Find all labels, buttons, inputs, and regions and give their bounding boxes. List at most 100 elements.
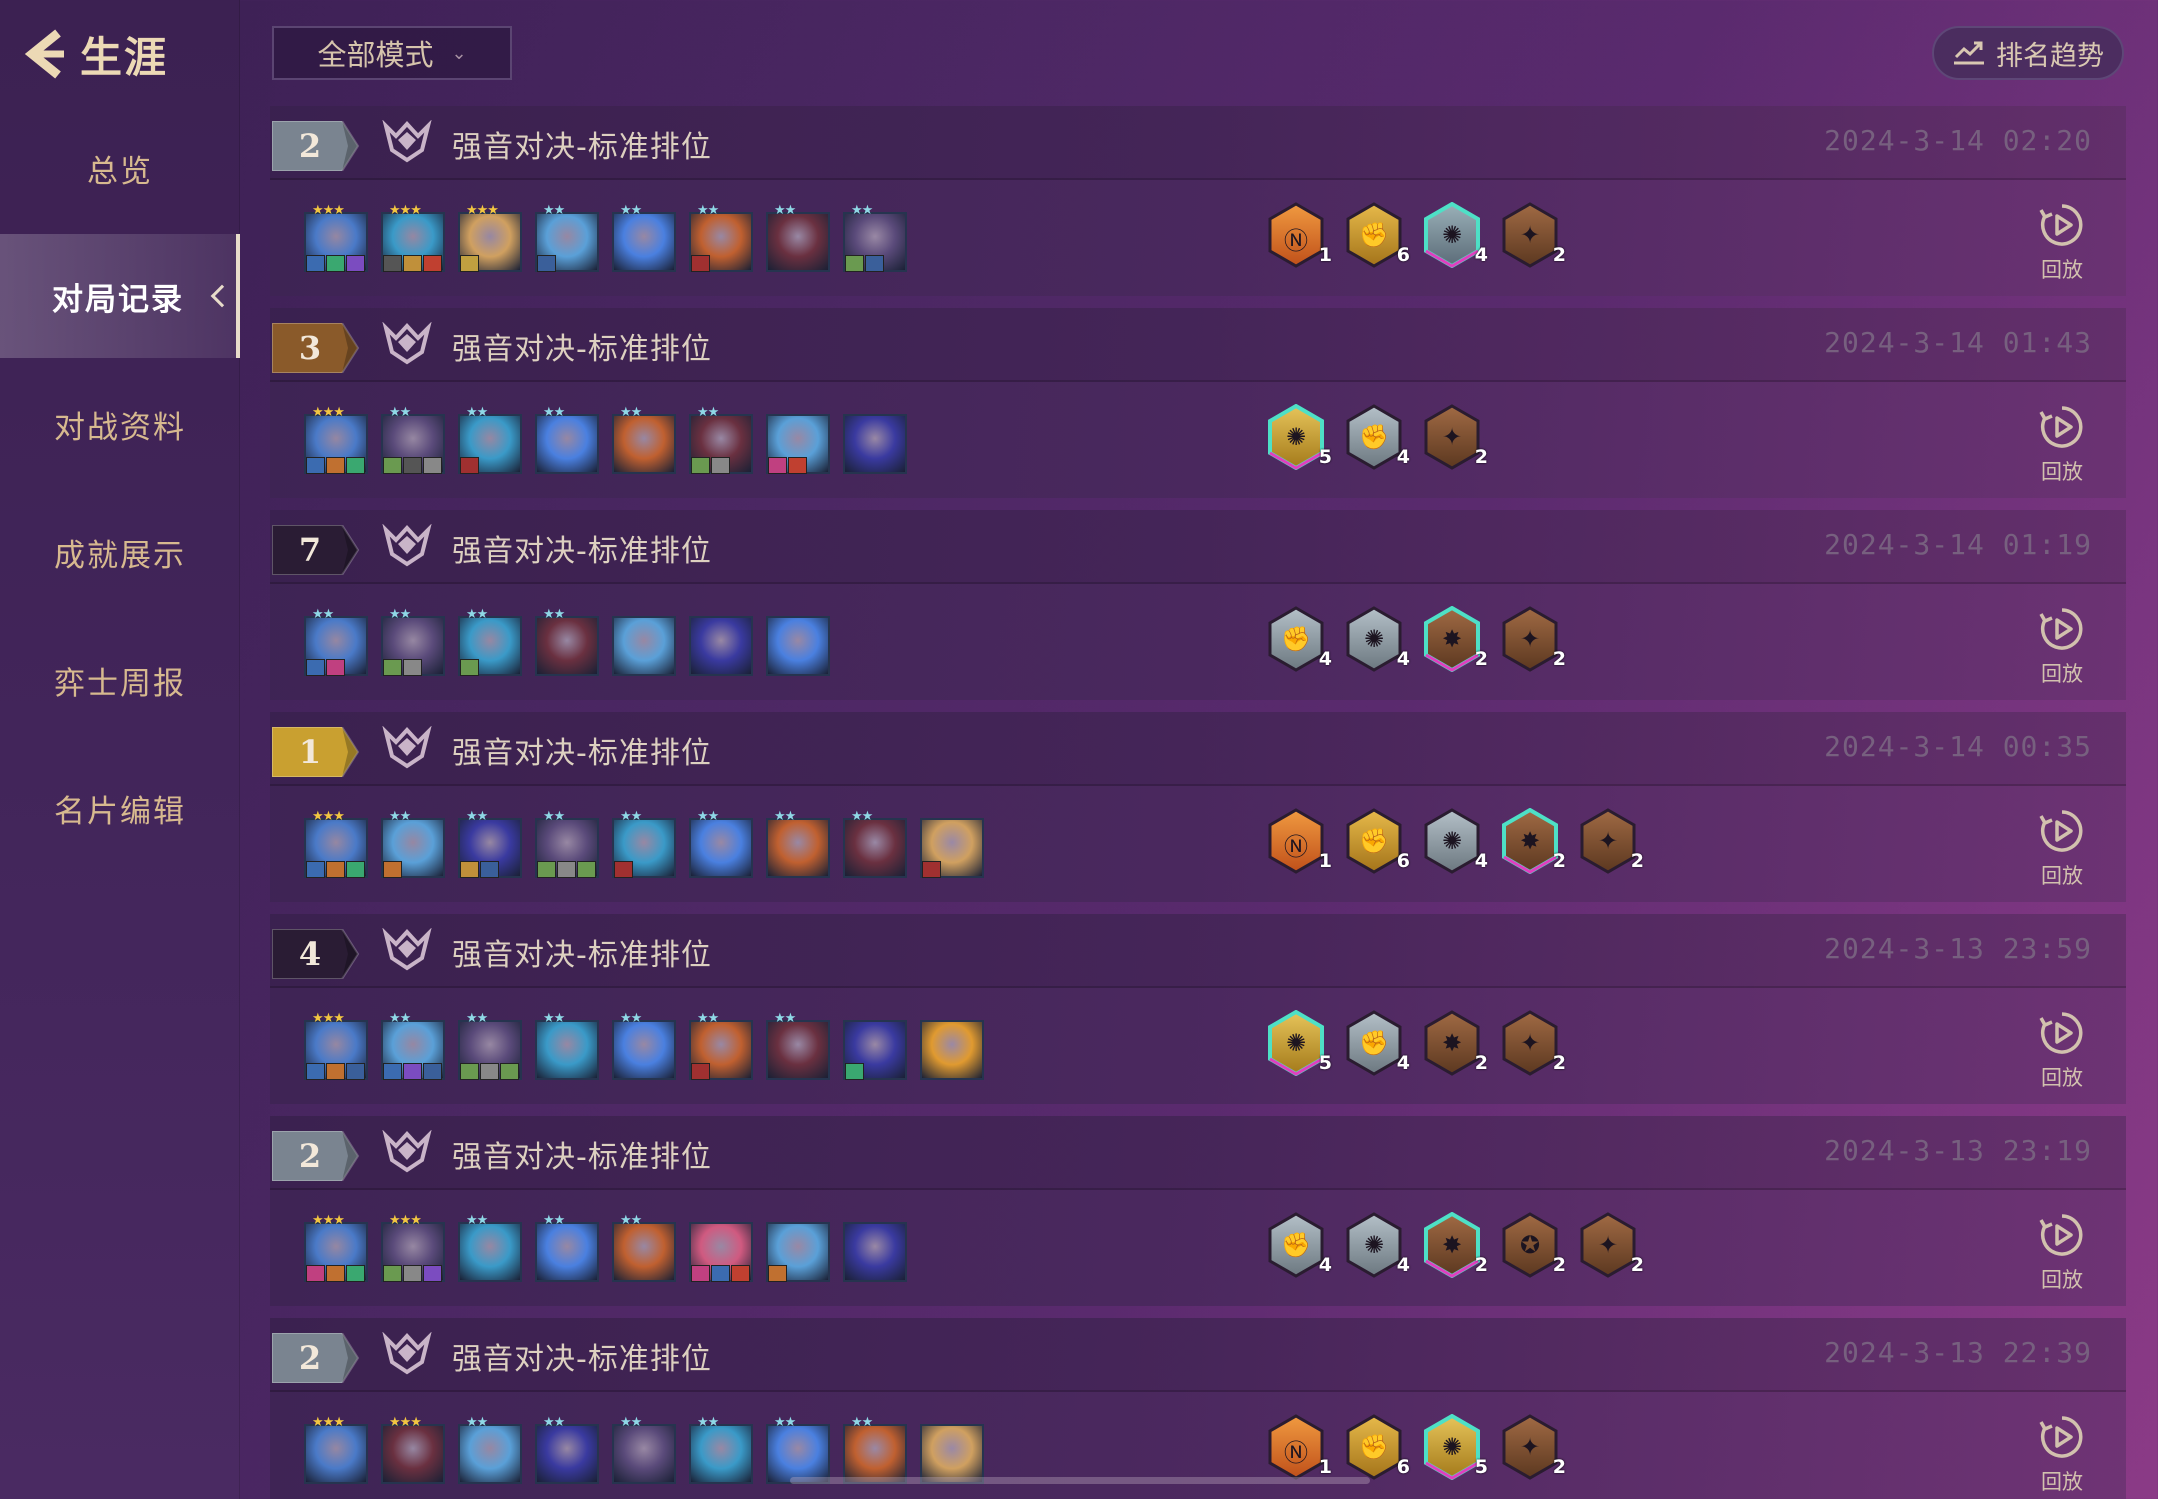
match-row[interactable]: 7 强音对决-标准排位 2024-3-14 01:19 ★★ ★★ ★★ ★★ ✊ 4 ✺ 4 ✸ 2 ✦… (270, 510, 2126, 700)
rank-trend-button[interactable]: 排名趋势 (1932, 26, 2124, 80)
match-row[interactable]: 3 强音对决-标准排位 2024-3-14 01:43 ★★★ ★★ ★★ ★★ ★★ ★★ ✺ 5… (270, 308, 2126, 498)
champion-unit[interactable]: ★★ (766, 1416, 830, 1484)
champion-unit[interactable]: ★★ (381, 1012, 445, 1080)
dazzler-icon[interactable]: ✦ 2 (1578, 1212, 1644, 1282)
champion-unit[interactable]: ★★★ (304, 810, 368, 878)
punk-fist-icon[interactable]: ✊ 6 (1344, 202, 1410, 272)
sidebar-item-battle-stats[interactable]: 对战资料 (0, 362, 240, 486)
champion-unit[interactable] (689, 608, 753, 676)
replay-button[interactable]: 回放 (2032, 1414, 2092, 1496)
champion-unit[interactable]: ★★★ (381, 1214, 445, 1282)
champion-unit[interactable]: ★★ (535, 810, 599, 878)
punk-fist-icon[interactable]: ✊ 4 (1266, 1212, 1332, 1282)
champion-unit[interactable]: ★★ (766, 810, 830, 878)
champion-unit[interactable] (843, 406, 907, 474)
headliner-icon[interactable]: Ⓝ 1 (1266, 202, 1332, 272)
champion-unit[interactable]: ★★★ (458, 204, 522, 272)
rapidfire-icon[interactable]: ✪ 2 (1500, 1212, 1566, 1282)
champion-unit[interactable]: ★★ (612, 1012, 676, 1080)
champion-unit[interactable]: ★★★ (304, 1416, 368, 1484)
champion-unit[interactable]: ★★ (689, 406, 753, 474)
match-row[interactable]: 2 强音对决-标准排位 2024-3-14 02:20 ★★★ ★★★ ★★★ ★★ ★★ ★★… (270, 106, 2126, 296)
back-button[interactable]: 生涯 (22, 22, 168, 86)
replay-button[interactable]: 回放 (2032, 1212, 2092, 1294)
champion-unit[interactable]: ★★★ (381, 204, 445, 272)
match-row[interactable]: 2 强音对决-标准排位 2024-3-13 23:19 ★★★ ★★★ ★★ ★★ ★★ ✊ 4 ✺… (270, 1116, 2126, 1306)
champion-unit[interactable]: ★★ (458, 406, 522, 474)
champion-unit[interactable]: ★★ (381, 406, 445, 474)
dazzler-icon[interactable]: ✦ 2 (1422, 404, 1488, 474)
champion-unit[interactable]: ★★ (458, 608, 522, 676)
headliner-icon[interactable]: Ⓝ 1 (1266, 808, 1332, 878)
sidebar-item-overview[interactable]: 总览 (0, 106, 240, 230)
champion-unit[interactable] (766, 1214, 830, 1282)
champion-unit[interactable]: ★★★ (304, 1214, 368, 1282)
dazzler-icon[interactable]: ✦ 2 (1500, 1414, 1566, 1484)
champion-unit[interactable]: ★★ (612, 406, 676, 474)
edm-star-icon[interactable]: ✺ 4 (1422, 202, 1488, 272)
punk-fist-icon[interactable]: ✊ 4 (1344, 1010, 1410, 1080)
punk-fist-icon[interactable]: ✊ 6 (1344, 808, 1410, 878)
champion-unit[interactable]: ★★ (612, 810, 676, 878)
champion-unit[interactable] (843, 1214, 907, 1282)
champion-unit[interactable]: ★★ (381, 810, 445, 878)
edm-star-icon[interactable]: ✺ 4 (1344, 606, 1410, 676)
edm-star-icon[interactable]: ✺ 5 (1266, 404, 1332, 474)
punk-fist-icon[interactable]: ✊ 6 (1344, 1414, 1410, 1484)
sidebar-item-achievements[interactable]: 成就展示 (0, 490, 240, 614)
champion-unit[interactable]: ★★ (612, 1214, 676, 1282)
burst-icon[interactable]: ✸ 2 (1422, 1212, 1488, 1282)
champion-unit[interactable]: ★★ (689, 1416, 753, 1484)
replay-button[interactable]: 回放 (2032, 202, 2092, 284)
champion-unit[interactable]: ★★ (535, 608, 599, 676)
champion-unit[interactable] (920, 810, 984, 878)
champion-unit[interactable]: ★★ (535, 1012, 599, 1080)
sidebar-item-match-history[interactable]: 对局记录 (0, 234, 240, 358)
champion-unit[interactable]: ★★ (689, 1012, 753, 1080)
match-row[interactable]: 2 强音对决-标准排位 2024-3-13 22:39 ★★★ ★★★ ★★ ★★ ★★ ★★ ★… (270, 1318, 2126, 1499)
sidebar-item-weekly-report[interactable]: 弈士周报 (0, 618, 240, 742)
replay-button[interactable]: 回放 (2032, 404, 2092, 486)
scrollbar[interactable] (790, 1477, 1370, 1484)
champion-unit[interactable]: ★★ (766, 1012, 830, 1080)
burst-icon[interactable]: ✸ 2 (1500, 808, 1566, 878)
champion-unit[interactable]: ★★ (535, 204, 599, 272)
champion-unit[interactable]: ★★★ (304, 1012, 368, 1080)
headliner-icon[interactable]: Ⓝ 1 (1266, 1414, 1332, 1484)
edm-star-icon[interactable]: ✺ 4 (1344, 1212, 1410, 1282)
dazzler-icon[interactable]: ✦ 2 (1500, 1010, 1566, 1080)
champion-unit[interactable]: ★★ (535, 1214, 599, 1282)
champion-unit[interactable]: ★★ (304, 608, 368, 676)
match-row[interactable]: 1 强音对决-标准排位 2024-3-14 00:35 ★★★ ★★ ★★ ★★ ★★ ★★ ★★… (270, 712, 2126, 902)
champion-unit[interactable] (843, 1012, 907, 1080)
champion-unit[interactable]: ★★ (458, 1012, 522, 1080)
champion-unit[interactable]: ★★ (843, 1416, 907, 1484)
sidebar-item-card-editor[interactable]: 名片编辑 (0, 746, 240, 870)
replay-button[interactable]: 回放 (2032, 606, 2092, 688)
replay-button[interactable]: 回放 (2032, 808, 2092, 890)
champion-unit[interactable]: ★★ (458, 810, 522, 878)
edm-star-icon[interactable]: ✺ 4 (1422, 808, 1488, 878)
champion-unit[interactable]: ★★★ (304, 204, 368, 272)
champion-unit[interactable]: ★★★ (304, 406, 368, 474)
burst-icon[interactable]: ✸ 2 (1422, 1010, 1488, 1080)
punk-fist-icon[interactable]: ✊ 4 (1266, 606, 1332, 676)
champion-unit[interactable]: ★★★ (381, 1416, 445, 1484)
punk-fist-icon[interactable]: ✊ 4 (1344, 404, 1410, 474)
champion-unit[interactable]: ★★ (766, 204, 830, 272)
champion-unit[interactable]: ★★ (535, 406, 599, 474)
edm-star-icon[interactable]: ✺ 5 (1266, 1010, 1332, 1080)
champion-unit[interactable] (920, 1012, 984, 1080)
champion-unit[interactable]: ★★ (535, 1416, 599, 1484)
dazzler-icon[interactable]: ✦ 2 (1500, 606, 1566, 676)
champion-unit[interactable]: ★★ (612, 1416, 676, 1484)
champion-unit[interactable]: ★★ (843, 204, 907, 272)
champion-unit[interactable] (689, 1214, 753, 1282)
champion-unit[interactable] (766, 608, 830, 676)
champion-unit[interactable] (766, 406, 830, 474)
champion-unit[interactable]: ★★ (381, 608, 445, 676)
champion-unit[interactable]: ★★ (689, 204, 753, 272)
match-row[interactable]: 4 强音对决-标准排位 2024-3-13 23:59 ★★★ ★★ ★★ ★★ ★★ ★★ ★★… (270, 914, 2126, 1104)
champion-unit[interactable] (612, 608, 676, 676)
champion-unit[interactable]: ★★ (843, 810, 907, 878)
